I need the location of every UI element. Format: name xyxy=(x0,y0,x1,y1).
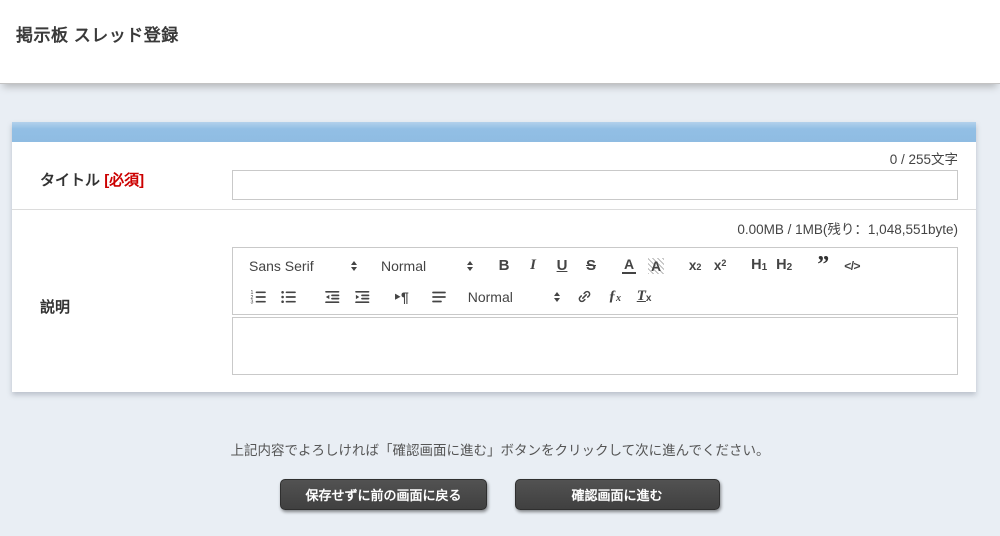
description-size-counter: 0.00MB / 1MB(残り：1,048,551byte) xyxy=(737,218,958,238)
code-block-icon[interactable]: </> xyxy=(844,260,860,272)
svg-text:3: 3 xyxy=(251,299,254,305)
required-badge: [必須] xyxy=(104,172,144,189)
formula-icon[interactable]: ƒx xyxy=(608,289,622,304)
underline-icon[interactable]: U xyxy=(555,258,569,273)
link-icon[interactable] xyxy=(576,288,593,305)
ordered-list-icon[interactable]: 1 2 3 xyxy=(249,288,267,306)
chevron-updown-icon xyxy=(351,261,357,271)
thread-form-panel: タイトル [必須] 0 / 255文字 説明 0.00MB / 1MB(残り：1… xyxy=(12,122,976,392)
panel-accent-bar xyxy=(12,122,976,142)
outdent-icon[interactable] xyxy=(323,288,341,306)
heading2-icon[interactable]: H2 xyxy=(776,258,792,273)
indent-icon[interactable] xyxy=(353,288,371,306)
strikethrough-icon[interactable]: S xyxy=(584,258,598,273)
chevron-updown-icon xyxy=(554,292,560,302)
description-row: 説明 0.00MB / 1MB(残り：1,048,551byte) Sans S… xyxy=(12,210,976,392)
superscript-icon[interactable]: x2 xyxy=(713,259,727,273)
title-label-text: タイトル xyxy=(40,172,100,189)
description-editor-content[interactable] xyxy=(232,317,958,375)
font-size-select[interactable]: Normal xyxy=(468,289,560,305)
bold-icon[interactable]: B xyxy=(497,258,511,273)
toolbar-row-1: Sans Serif Normal B I U S xyxy=(249,250,957,281)
action-button-row: 保存せずに前の画面に戻る 確認画面に進む xyxy=(0,479,1000,510)
text-direction-icon[interactable]: ‣¶ xyxy=(393,290,408,304)
proceed-to-confirm-button[interactable]: 確認画面に進む xyxy=(515,479,720,510)
toolbar-row-2: 1 2 3 xyxy=(249,281,957,312)
paragraph-format-value: Normal xyxy=(381,258,426,274)
blockquote-icon[interactable]: ” xyxy=(816,259,830,273)
instruction-text: 上記内容でよろしければ「確認画面に進む」ボタンをクリックして次に進んでください。 xyxy=(0,439,1000,459)
title-input[interactable] xyxy=(232,170,958,200)
editor-toolbar: Sans Serif Normal B I U S xyxy=(232,247,958,315)
background-color-icon[interactable]: A xyxy=(648,258,664,274)
subscript-icon[interactable]: x2 xyxy=(688,259,702,273)
align-icon[interactable] xyxy=(430,288,448,306)
title-row: タイトル [必須] 0 / 255文字 xyxy=(12,142,976,210)
chevron-updown-icon xyxy=(467,261,473,271)
font-family-select[interactable]: Sans Serif xyxy=(249,258,357,274)
clean-format-icon[interactable]: Tx xyxy=(637,289,652,304)
back-without-save-button[interactable]: 保存せずに前の画面に戻る xyxy=(280,479,486,510)
page-header: 掲示板 スレッド登録 xyxy=(0,0,1000,84)
description-label: 説明 xyxy=(40,296,70,317)
bullet-list-icon[interactable] xyxy=(279,288,297,306)
title-label: タイトル [必須] xyxy=(40,169,144,190)
paragraph-format-select[interactable]: Normal xyxy=(381,258,473,274)
title-char-counter: 0 / 255文字 xyxy=(890,148,958,168)
page-title: 掲示板 スレッド登録 xyxy=(16,21,179,46)
italic-icon[interactable]: I xyxy=(526,258,540,273)
font-size-value: Normal xyxy=(468,289,513,305)
text-color-icon[interactable]: A xyxy=(622,257,636,274)
heading1-icon[interactable]: H1 xyxy=(751,258,767,273)
font-family-value: Sans Serif xyxy=(249,258,314,274)
